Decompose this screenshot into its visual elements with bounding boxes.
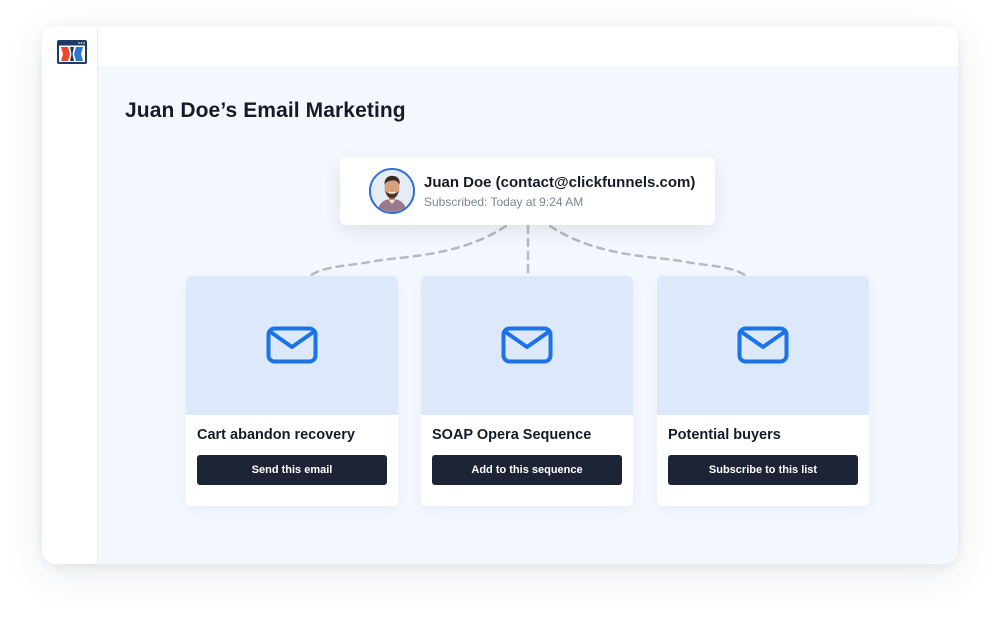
envelope-icon — [737, 326, 789, 364]
sidebar — [42, 26, 98, 564]
card-title: Potential buyers — [668, 427, 781, 443]
card-illustration — [186, 276, 398, 415]
send-email-button[interactable]: Send this email — [197, 455, 387, 485]
action-card-soap-opera[interactable]: SOAP Opera Sequence Add to this sequence — [421, 276, 633, 506]
top-bar — [98, 26, 958, 66]
card-title: SOAP Opera Sequence — [432, 427, 592, 443]
app-window: Juan Doe’s Email Marketing Juan Doe (con… — [42, 26, 958, 564]
action-card-potential-buyers[interactable]: Potential buyers Subscribe to this list — [657, 276, 869, 506]
envelope-icon — [266, 326, 318, 364]
envelope-icon — [501, 326, 553, 364]
contact-card[interactable]: Juan Doe (contact@clickfunnels.com) Subs… — [340, 157, 715, 225]
add-to-sequence-button[interactable]: Add to this sequence — [432, 455, 622, 485]
subscribe-to-list-button[interactable]: Subscribe to this list — [668, 455, 858, 485]
card-illustration — [421, 276, 633, 415]
page-title: Juan Doe’s Email Marketing — [125, 99, 406, 122]
clickfunnels-logo-icon[interactable] — [57, 40, 87, 64]
card-title: Cart abandon recovery — [197, 427, 355, 443]
user-avatar — [369, 168, 415, 214]
connector-right — [548, 224, 748, 278]
subscribed-timestamp: Subscribed: Today at 9:24 AM — [424, 195, 584, 209]
main-content: Juan Doe’s Email Marketing Juan Doe (con… — [98, 66, 958, 564]
connector-left — [308, 224, 508, 278]
contact-name: Juan Doe (contact@clickfunnels.com) — [424, 174, 696, 191]
action-card-cart-abandon[interactable]: Cart abandon recovery Send this email — [186, 276, 398, 506]
card-illustration — [657, 276, 869, 415]
